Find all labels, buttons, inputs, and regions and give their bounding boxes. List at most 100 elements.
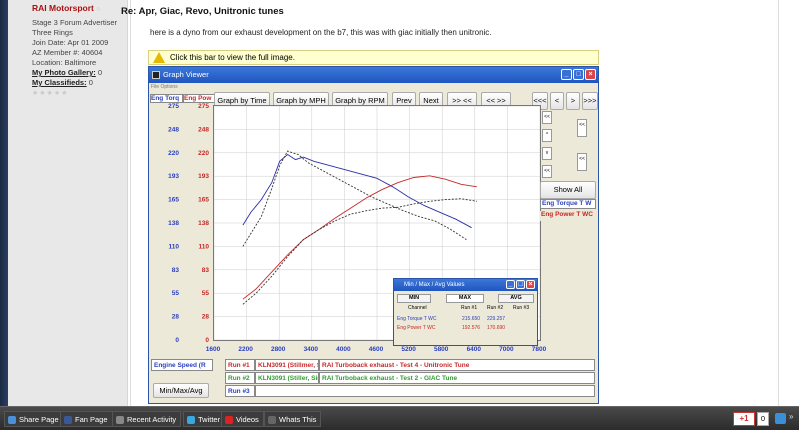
y-tick-right: 165 xyxy=(198,197,209,204)
y-tick-right: 83 xyxy=(202,267,210,274)
fan-page-button[interactable]: Fan Page xyxy=(60,411,113,427)
run1-description: RAI Turboback exhaust - Test 4 - Unitron… xyxy=(319,359,595,371)
x-tick: 3400 xyxy=(304,346,319,353)
right-scroll-down-button[interactable]: << xyxy=(577,153,587,171)
graph-viewer-titlebar[interactable]: Graph Viewer _ □ × xyxy=(149,67,598,83)
classifieds-link[interactable]: My Classifieds: xyxy=(32,78,87,87)
y-tick-left: 83 xyxy=(172,267,180,274)
facebook-icon xyxy=(64,416,72,424)
zoom-down-button[interactable]: v xyxy=(542,147,552,160)
minimize-button[interactable]: _ xyxy=(561,69,572,80)
y-tick-left: 0 xyxy=(175,337,179,344)
share-page-button[interactable]: Share Page xyxy=(4,411,64,427)
run3-empty xyxy=(255,385,595,397)
back-button[interactable]: < xyxy=(550,92,564,110)
whats-this-button[interactable]: Whats This xyxy=(264,411,322,427)
series-line-1 xyxy=(242,153,472,229)
y-tick-right: 275 xyxy=(198,103,209,110)
mm-torque-label: Eng Torque T WC xyxy=(397,316,437,322)
right-scroll-up-button[interactable]: << xyxy=(577,119,587,137)
scroll-down-button[interactable]: << xyxy=(542,165,552,178)
share-icon xyxy=(8,416,16,424)
full-image-notice-bar[interactable]: Click this bar to view the full image. xyxy=(148,50,599,65)
forward-button[interactable]: > xyxy=(566,92,580,110)
page-left-edge xyxy=(0,0,8,406)
run3-header: Run #3 xyxy=(513,305,530,311)
online-status-icon: ○ xyxy=(96,6,101,13)
y-tick-right: 193 xyxy=(198,173,209,180)
y-tick-left: 248 xyxy=(168,126,179,133)
right-margin xyxy=(778,0,799,406)
side-label-power: Eng Power T WC xyxy=(540,211,596,221)
classifieds-row: My Classifieds: 0 ★★★★★ xyxy=(32,78,93,97)
toolbar-menu-icon[interactable] xyxy=(775,413,786,424)
y-tick-right: 110 xyxy=(199,243,210,250)
maximize-button[interactable]: □ xyxy=(573,69,584,80)
min-max-avg-window: Min / Max / Avg Values _ □ × MIN MAX AVG… xyxy=(393,278,538,346)
mm-maximize-button[interactable]: □ xyxy=(516,280,525,289)
run1-label: Run #1 xyxy=(225,359,255,371)
y-tick-left: 55 xyxy=(172,290,180,297)
post-title: Re: Apr, Giac, Revo, Unitronic tunes xyxy=(121,6,284,17)
y-tick-right: 28 xyxy=(202,314,210,321)
mm-torque-run2: 229.257 xyxy=(487,316,506,322)
x-tick: 7800 xyxy=(532,346,547,353)
mm-close-button[interactable]: × xyxy=(526,280,535,289)
run3-label: Run #3 xyxy=(225,385,255,397)
y-tick-left: 193 xyxy=(168,173,179,180)
collapse-chevron-icon[interactable]: » xyxy=(789,412,793,421)
y-tick-left: 220 xyxy=(168,150,179,157)
youtube-icon xyxy=(225,416,233,424)
rating-stars-icon: ★★★★★ xyxy=(32,90,69,97)
y-tick-left: 138 xyxy=(168,220,179,227)
post-body: here is a dyno from our exhaust developm… xyxy=(150,28,492,37)
mm-minimize-button[interactable]: _ xyxy=(506,280,515,289)
y-tick-right: 55 xyxy=(202,290,210,297)
social-toolbar: Share Page Fan Page Recent Activity Twit… xyxy=(0,406,799,430)
max-tab[interactable]: MAX xyxy=(446,294,484,303)
google-plus-one-button[interactable]: +1 xyxy=(733,412,755,426)
channel-header: Channel xyxy=(408,305,427,311)
user-icon xyxy=(116,416,124,424)
x-tick: 2800 xyxy=(271,346,286,353)
mm-power-run2: 170.690 xyxy=(487,325,506,331)
warning-icon xyxy=(153,52,165,63)
user-title: Stage 3 Forum Advertiser xyxy=(32,18,118,27)
scroll-up-button[interactable]: << xyxy=(542,111,552,124)
x-tick: 2200 xyxy=(238,346,253,353)
app-icon xyxy=(152,71,160,79)
x-tick: 4600 xyxy=(369,346,384,353)
min-max-avg-button[interactable]: Min/Max/Avg xyxy=(153,383,209,398)
close-button[interactable]: × xyxy=(585,69,596,80)
x-tick: 4000 xyxy=(336,346,351,353)
x-tick: 5800 xyxy=(434,346,449,353)
plus-one-count: 0 xyxy=(757,412,769,426)
x-tick: 7000 xyxy=(499,346,514,353)
run2-header: Run #2 xyxy=(487,305,504,311)
username-link[interactable]: RAI Motorsport ○ xyxy=(32,3,127,15)
graph-viewer-window: Graph Viewer _ □ × File Options Eng Torq… xyxy=(148,66,599,404)
join-date: Join Date: Apr 01 2009 xyxy=(32,38,109,47)
side-label-torque: Eng Torque T W xyxy=(540,199,596,209)
menu-bar[interactable]: File Options xyxy=(149,83,598,91)
twitter-button[interactable]: Twitter xyxy=(183,411,226,427)
photo-gallery-link[interactable]: My Photo Gallery: xyxy=(32,68,96,77)
zoom-up-button[interactable]: ^ xyxy=(542,129,552,142)
series-line-2 xyxy=(242,150,467,247)
min-max-avg-titlebar[interactable]: Min / Max / Avg Values _ □ × xyxy=(394,279,537,291)
min-tab[interactable]: MIN xyxy=(397,294,431,303)
last-button[interactable]: >>> xyxy=(582,92,598,110)
run2-file: KLN3091 (Stiller, Sir xyxy=(255,372,319,384)
videos-button[interactable]: Videos xyxy=(221,411,264,427)
y-axis-ticks: 275 275 248 248 220 220 193 193 165 165 138 138 110 1… xyxy=(168,103,210,344)
run1-file: KLN3091 (Stillmer, Sir xyxy=(255,359,319,371)
y-tick-right: 248 xyxy=(198,126,209,133)
avg-tab[interactable]: AVG xyxy=(498,294,534,303)
mm-power-run1: 192.576 xyxy=(462,325,481,331)
y-tick-left: 165 xyxy=(168,197,179,204)
recent-activity-button[interactable]: Recent Activity xyxy=(112,411,182,427)
y-tick-right: 138 xyxy=(198,220,209,227)
twitter-icon xyxy=(187,416,195,424)
show-all-button[interactable]: Show All xyxy=(540,181,596,199)
run2-description: RAI Turboback exhaust - Test 2 - GIAC Tu… xyxy=(319,372,595,384)
